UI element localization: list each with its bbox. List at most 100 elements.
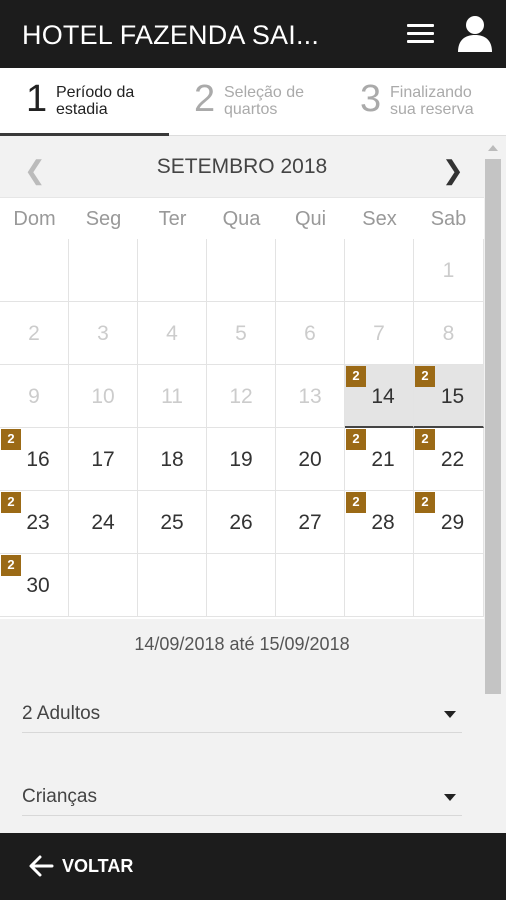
day-number: 16 xyxy=(26,448,50,471)
day-number: 5 xyxy=(235,322,247,345)
caret-down-icon xyxy=(444,711,456,718)
calendar-empty-cell xyxy=(276,554,345,617)
day-number: 15 xyxy=(440,385,465,408)
calendar-header: ❮ SETEMBRO 2018 ❯ xyxy=(0,137,484,197)
step-number: 2 xyxy=(194,78,216,120)
back-button-label: VOLTAR xyxy=(62,856,134,876)
calendar: ❮ SETEMBRO 2018 ❯ Dom Seg Ter Qua Qui Sex Sab … xyxy=(0,137,484,619)
calendar-day-5: 5 xyxy=(207,302,276,365)
weekday-label: Seg xyxy=(85,208,122,230)
day-number: 29 xyxy=(440,511,465,534)
calendar-day-28[interactable]: 2 28 xyxy=(345,491,414,554)
calendar-day-10: 10 xyxy=(69,365,138,428)
calendar-day-13: 13 xyxy=(276,365,345,428)
calendar-empty-cell xyxy=(138,554,207,617)
calendar-empty-cell xyxy=(69,554,138,617)
footer-bar: VOLTAR xyxy=(0,833,506,900)
availability-badge: 2 xyxy=(415,492,435,513)
calendar-day-3: 3 xyxy=(69,302,138,365)
day-number: 20 xyxy=(298,448,322,471)
step-label: Finalizando sua reserva xyxy=(390,84,474,118)
step-number: 1 xyxy=(26,78,48,120)
calendar-empty-cell xyxy=(207,239,276,302)
calendar-empty-cell xyxy=(345,554,414,617)
calendar-day-25[interactable]: 25 xyxy=(138,491,207,554)
calendar-day-7: 7 xyxy=(345,302,414,365)
adults-value: 2 Adultos xyxy=(22,703,101,724)
calendar-day-11: 11 xyxy=(138,365,207,428)
calendar-day-22[interactable]: 2 22 xyxy=(414,428,484,491)
adults-select[interactable]: 2 Adultos xyxy=(22,695,462,733)
day-number: 22 xyxy=(440,448,465,471)
calendar-empty-cell xyxy=(207,554,276,617)
calendar-day-17[interactable]: 17 xyxy=(69,428,138,491)
weekday-header: Dom Seg Ter Qua Qui Sex Sab xyxy=(0,197,484,239)
scroll-up-icon[interactable] xyxy=(488,145,498,151)
calendar-day-9: 9 xyxy=(0,365,69,428)
calendar-day-26[interactable]: 26 xyxy=(207,491,276,554)
availability-badge: 2 xyxy=(346,366,366,387)
calendar-empty-cell xyxy=(345,239,414,302)
day-number: 19 xyxy=(229,448,253,471)
calendar-day-2: 2 xyxy=(0,302,69,365)
calendar-day-15[interactable]: 2 15 xyxy=(414,365,484,428)
day-number: 10 xyxy=(91,385,115,408)
selected-range-text: 14/09/2018 até 15/09/2018 xyxy=(134,634,350,654)
arrow-left-icon xyxy=(29,855,54,877)
step-label: Período da estadia xyxy=(56,84,135,118)
day-number: 23 xyxy=(26,511,50,534)
availability-badge: 2 xyxy=(1,429,21,450)
calendar-day-8: 8 xyxy=(414,302,484,365)
calendar-empty-cell xyxy=(0,239,69,302)
day-number: 11 xyxy=(161,385,183,408)
chevron-right-icon[interactable]: ❯ xyxy=(442,155,464,186)
calendar-day-18[interactable]: 18 xyxy=(138,428,207,491)
calendar-day-29[interactable]: 2 29 xyxy=(414,491,484,554)
calendar-day-12: 12 xyxy=(207,365,276,428)
day-number: 28 xyxy=(371,511,395,534)
user-avatar-icon[interactable] xyxy=(457,14,493,52)
availability-badge: 2 xyxy=(346,492,366,513)
day-number: 21 xyxy=(371,448,395,471)
calendar-day-16[interactable]: 2 16 xyxy=(0,428,69,491)
availability-badge: 2 xyxy=(415,429,435,450)
calendar-empty-cell xyxy=(69,239,138,302)
hotel-title: HOTEL FAZENDA SAI... xyxy=(22,20,320,50)
day-number: 1 xyxy=(442,259,455,282)
day-number: 24 xyxy=(91,511,115,534)
weekday-label: Qua xyxy=(222,208,261,230)
day-number: 14 xyxy=(371,385,395,408)
step-label: Seleção de quartos xyxy=(224,84,305,118)
calendar-day-24[interactable]: 24 xyxy=(69,491,138,554)
availability-badge: 2 xyxy=(415,366,435,387)
day-number: 17 xyxy=(91,448,115,471)
calendar-day-4: 4 xyxy=(138,302,207,365)
active-step-indicator xyxy=(0,133,169,136)
calendar-day-30[interactable]: 2 30 xyxy=(0,554,69,617)
availability-badge: 2 xyxy=(346,429,366,450)
weekday-label: Dom xyxy=(13,208,56,230)
calendar-empty-cell xyxy=(138,239,207,302)
calendar-day-20[interactable]: 20 xyxy=(276,428,345,491)
scrollbar[interactable] xyxy=(484,137,502,833)
availability-badge: 2 xyxy=(1,555,21,576)
children-select[interactable]: Crianças xyxy=(22,778,462,816)
hamburger-menu-icon[interactable] xyxy=(407,24,434,44)
day-number: 25 xyxy=(160,511,184,534)
calendar-day-19[interactable]: 19 xyxy=(207,428,276,491)
calendar-day-14[interactable]: 2 14 xyxy=(345,365,414,428)
calendar-empty-cell xyxy=(276,239,345,302)
day-number: 13 xyxy=(298,385,322,408)
availability-badge: 2 xyxy=(1,492,21,513)
calendar-day-27[interactable]: 27 xyxy=(276,491,345,554)
weekday-label: Qui xyxy=(294,208,327,230)
calendar-day-23[interactable]: 2 23 xyxy=(0,491,69,554)
scrollbar-thumb[interactable] xyxy=(485,159,501,694)
day-number: 27 xyxy=(298,511,322,534)
day-number: 8 xyxy=(442,322,455,345)
day-number: 9 xyxy=(28,385,40,408)
calendar-grid: 1 2 3 4 5 6 7 8 9 10 11 12 13 2 14 2 15 2 16 17 18 19 20 2 21 2 22… xyxy=(0,239,484,619)
day-number: 7 xyxy=(373,322,385,345)
step-number: 3 xyxy=(360,78,382,120)
calendar-day-21[interactable]: 2 21 xyxy=(345,428,414,491)
